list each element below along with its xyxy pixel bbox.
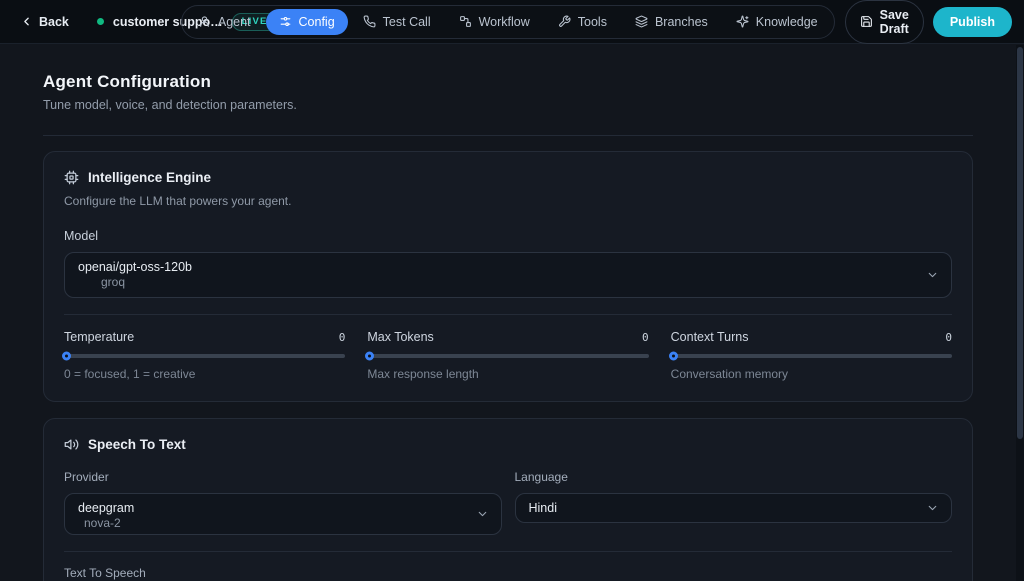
app-window: Back customer suppo… LIVE Agent Config [0, 0, 1024, 581]
context-turns-slider[interactable] [671, 354, 952, 358]
context-turns-field: Context Turns 0 Conversation memory [671, 330, 952, 381]
workflow-icon [459, 15, 472, 28]
max-tokens-label: Max Tokens [367, 330, 433, 344]
tab-label: Workflow [479, 15, 530, 29]
context-turns-slider-thumb[interactable] [669, 352, 678, 361]
intelligence-card-header: Intelligence Engine [64, 170, 952, 185]
model-value: openai/gpt-oss-120b [65, 253, 951, 274]
page-title: Agent Configuration [43, 72, 973, 92]
provider-value: deepgram [65, 494, 501, 515]
slider-row: Temperature 0 0 = focused, 1 = creative … [64, 330, 952, 381]
provider-language-row: Provider deepgram nova-2 Language Hindi [64, 470, 952, 535]
tab-group: Agent Config Test Call Workflow [181, 5, 835, 39]
context-turns-label: Context Turns [671, 330, 749, 344]
max-tokens-slider-thumb[interactable] [365, 352, 374, 361]
context-turns-caption: Conversation memory [671, 367, 952, 381]
wrench-icon [558, 15, 571, 28]
scrollbar-track[interactable] [1016, 45, 1024, 581]
save-draft-button[interactable]: Save Draft [845, 0, 924, 44]
user-icon [198, 15, 211, 28]
card-description: Configure the LLM that powers your agent… [64, 194, 952, 208]
tab-label: Branches [655, 15, 708, 29]
tab-label: Config [299, 15, 335, 29]
tab-config[interactable]: Config [266, 9, 348, 35]
model-label: Model [64, 229, 952, 243]
provider-model: nova-2 [65, 515, 501, 538]
model-provider: groq [65, 274, 951, 297]
tab-label: Knowledge [756, 15, 818, 29]
sparkles-icon [736, 15, 749, 28]
topbar: Back customer suppo… LIVE Agent Config [0, 0, 1024, 44]
temperature-caption: 0 = focused, 1 = creative [64, 367, 345, 381]
max-tokens-slider[interactable] [367, 354, 648, 358]
tab-tools[interactable]: Tools [545, 9, 620, 35]
volume-icon [64, 437, 79, 452]
context-turns-value: 0 [945, 331, 952, 344]
max-tokens-caption: Max response length [367, 367, 648, 381]
speech-to-text-card: Speech To Text Provider deepgram nova-2 … [43, 418, 973, 581]
language-field: Language Hindi [515, 470, 953, 535]
sliders-icon [279, 15, 292, 28]
provider-field: Provider deepgram nova-2 [64, 470, 502, 535]
save-icon [860, 15, 873, 28]
temperature-slider-thumb[interactable] [62, 352, 71, 361]
provider-select[interactable]: deepgram nova-2 [64, 493, 502, 535]
cpu-icon [64, 170, 79, 185]
card-divider [64, 314, 952, 315]
chevron-down-icon [926, 269, 939, 282]
tab-label: Agent [218, 15, 251, 29]
scrollbar-thumb[interactable] [1017, 47, 1023, 439]
tts-label: Text To Speech [64, 566, 952, 580]
model-select[interactable]: openai/gpt-oss-120b groq [64, 252, 952, 298]
layers-icon [635, 15, 648, 28]
tab-label: Tools [578, 15, 607, 29]
topbar-left: Back customer suppo… LIVE [14, 9, 171, 35]
temperature-value: 0 [339, 331, 346, 344]
tab-agent[interactable]: Agent [185, 9, 264, 35]
tab-workflow[interactable]: Workflow [446, 9, 543, 35]
tab-knowledge[interactable]: Knowledge [723, 9, 831, 35]
chevron-down-icon [926, 502, 939, 515]
tab-test-call[interactable]: Test Call [350, 9, 444, 35]
card-divider [64, 551, 952, 552]
max-tokens-value: 0 [642, 331, 649, 344]
speech-card-header: Speech To Text [64, 437, 952, 452]
phone-icon [363, 15, 376, 28]
temperature-label: Temperature [64, 330, 134, 344]
topbar-actions: Save Draft Publish [845, 0, 1012, 44]
back-label: Back [39, 15, 69, 29]
language-value: Hindi [516, 494, 952, 522]
provider-label: Provider [64, 470, 502, 484]
temperature-slider[interactable] [64, 354, 345, 358]
back-button[interactable]: Back [14, 9, 75, 35]
tab-branches[interactable]: Branches [622, 9, 721, 35]
tab-label: Test Call [383, 15, 431, 29]
status-dot-icon [97, 18, 104, 25]
chevron-left-icon [20, 15, 33, 28]
header-divider [43, 135, 973, 136]
main-content: Agent Configuration Tune model, voice, a… [0, 44, 1024, 581]
save-draft-label: Save Draft [880, 8, 909, 36]
language-label: Language [515, 470, 953, 484]
publish-button[interactable]: Publish [933, 7, 1012, 37]
card-title: Intelligence Engine [88, 170, 211, 185]
max-tokens-field: Max Tokens 0 Max response length [367, 330, 648, 381]
page-subtitle: Tune model, voice, and detection paramet… [43, 98, 973, 112]
chevron-down-icon [476, 508, 489, 521]
intelligence-engine-card: Intelligence Engine Configure the LLM th… [43, 151, 973, 402]
language-select[interactable]: Hindi [515, 493, 953, 523]
temperature-field: Temperature 0 0 = focused, 1 = creative [64, 330, 345, 381]
card-title: Speech To Text [88, 437, 186, 452]
